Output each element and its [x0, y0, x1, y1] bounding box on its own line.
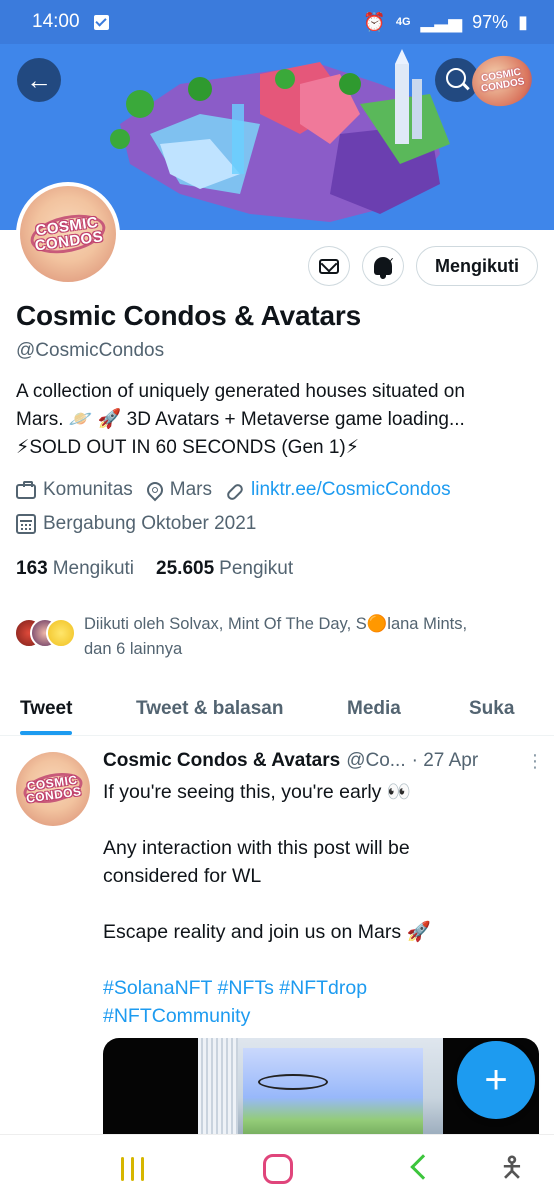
status-bar: 14:00 ⏰ 4G ▂▃▅ 97% ▮: [0, 0, 554, 44]
active-tab-indicator: [20, 731, 73, 735]
check-icon: ✓: [385, 256, 395, 268]
avatar-logo-text: COSMIC CONDOS: [33, 213, 105, 255]
tweet-author-handle: @Co...: [346, 750, 406, 771]
profile-stats: 163 Mengikuti 25.605 Pengikut: [16, 558, 315, 580]
tweet-text[interactable]: If you're seeing this, you're early 👀 An…: [103, 778, 533, 1030]
tweet-line: Escape reality and join us on Mars 🚀: [103, 921, 431, 943]
following-count: 163: [16, 558, 48, 579]
profile-meta: Komunitas Mars linktr.ee/CosmicCondos: [16, 478, 465, 502]
profile-display-name: Cosmic Condos & Avatars: [16, 300, 361, 331]
tweet-date: · 27 Apr: [411, 750, 479, 771]
profile-avatar[interactable]: COSMIC CONDOS: [16, 182, 120, 286]
tab-label: Tweet: [20, 697, 73, 719]
followers-stat[interactable]: 25.605 Pengikut: [156, 558, 293, 580]
recent-apps-icon: [131, 1157, 134, 1181]
bio-line: Mars. 🪐 🚀 3D Avatars + Metaverse game lo…: [16, 409, 465, 430]
profile-bio: A collection of uniquely generated house…: [16, 378, 542, 462]
followers-label: Pengikut: [219, 558, 294, 579]
location-label: Mars: [169, 479, 213, 500]
tweet-avatar-text: COSMIC CONDOS: [25, 772, 83, 806]
battery-icon: ▮: [518, 11, 528, 32]
tab-label: Media: [347, 697, 401, 719]
signal-icon: ▂▃▅: [420, 11, 463, 32]
media-ring: [258, 1074, 328, 1090]
tweet-line: considered for WL: [103, 865, 262, 887]
category-label: Komunitas: [43, 479, 133, 500]
tab-label: Suka: [469, 697, 515, 719]
home-button[interactable]: [263, 1154, 293, 1184]
message-button[interactable]: [308, 246, 350, 286]
location-pin-icon: [143, 478, 167, 502]
profile-joined: Bergabung Oktober 2021: [16, 513, 256, 535]
tweet-hashtags[interactable]: #NFTCommunity: [103, 1002, 533, 1030]
tab-tweet[interactable]: Tweet: [20, 682, 73, 735]
accessibility-icon[interactable]: 🯅: [497, 1151, 527, 1185]
followed-by[interactable]: Diikuti oleh Solvax, Mint Of The Day, S🟠…: [14, 612, 534, 662]
tab-tweet-replies[interactable]: Tweet & balasan: [136, 682, 283, 735]
compose-tweet-button[interactable]: +: [457, 1041, 535, 1119]
followed-by-line: dan 6 lainnya: [84, 640, 183, 658]
recent-apps-icon: [141, 1157, 144, 1181]
following-button[interactable]: Mengikuti: [416, 246, 538, 286]
back-nav-button[interactable]: [410, 1154, 436, 1180]
profile-link-text[interactable]: linktr.ee/CosmicCondos: [251, 479, 451, 501]
profile-tabs: Tweet Tweet & balasan Media Suka: [0, 682, 554, 736]
followed-by-line: Diikuti oleh Solvax, Mint Of The Day, S🟠…: [84, 615, 468, 633]
recent-apps-icon: [121, 1157, 124, 1181]
profile-link[interactable]: linktr.ee/CosmicCondos: [225, 479, 451, 502]
tweet-avatar[interactable]: COSMIC CONDOS: [16, 752, 90, 826]
link-icon: [225, 482, 245, 502]
media-window: [243, 1048, 423, 1138]
following-stat[interactable]: 163 Mengikuti: [16, 558, 134, 580]
bio-line: A collection of uniquely generated house…: [16, 381, 465, 402]
tweet-line: Any interaction with this post will be: [103, 837, 410, 859]
media-curtain: [198, 1038, 238, 1138]
profile-location: Mars: [143, 478, 213, 502]
tweet-line: [103, 806, 533, 834]
bio-line: ⚡SOLD OUT IN 60 SECONDS (Gen 1)⚡: [16, 437, 360, 458]
tweet-line: If you're seeing this, you're early 👀: [103, 781, 412, 803]
banner-logo-text: COSMIC CONDOS: [480, 66, 526, 95]
plus-icon: +: [484, 1057, 508, 1102]
following-label: Mengikuti: [52, 558, 135, 579]
profile-category: Komunitas: [16, 479, 133, 501]
notification-check-icon: [93, 14, 109, 30]
battery-percent: 97%: [472, 11, 509, 32]
tweet-author-name[interactable]: Cosmic Condos & Avatars: [103, 750, 340, 772]
calendar-icon: [16, 514, 36, 534]
arrow-left-icon: ←: [26, 64, 52, 95]
tab-label: Tweet & balasan: [136, 697, 284, 719]
recent-apps-button[interactable]: [121, 1157, 149, 1181]
envelope-icon: [319, 258, 339, 274]
alarm-icon: ⏰: [363, 11, 386, 32]
tab-media[interactable]: Media: [347, 682, 401, 735]
tweet-line: [103, 890, 533, 918]
tab-likes[interactable]: Suka: [469, 682, 514, 735]
followed-by-text: Diikuti oleh Solvax, Mint Of The Day, S🟠…: [84, 612, 534, 662]
status-time: 14:00: [32, 11, 80, 32]
back-button[interactable]: ←: [17, 58, 61, 102]
followers-count: 25.605: [156, 558, 215, 579]
followed-by-avatars: [14, 618, 78, 654]
notifications-button[interactable]: ✓: [362, 246, 404, 286]
network-type: 4G: [395, 16, 411, 28]
tweet-line: [103, 946, 533, 974]
tweet-header: Cosmic Condos & Avatars @Co... · 27 Apr …: [103, 750, 544, 772]
briefcase-icon: [16, 481, 36, 499]
joined-label: Bergabung Oktober 2021: [43, 513, 257, 534]
profile-handle: @CosmicCondos: [16, 340, 165, 361]
tweet-hashtags[interactable]: #SolanaNFT #NFTs #NFTdrop: [103, 974, 533, 1002]
system-nav-bar: 🯅: [0, 1134, 554, 1200]
profile-actions: ✓ Mengikuti: [308, 246, 538, 286]
avatar: [46, 618, 76, 648]
avatar-image: COSMIC CONDOS: [20, 186, 116, 282]
more-options-icon[interactable]: ⋮: [526, 751, 544, 772]
